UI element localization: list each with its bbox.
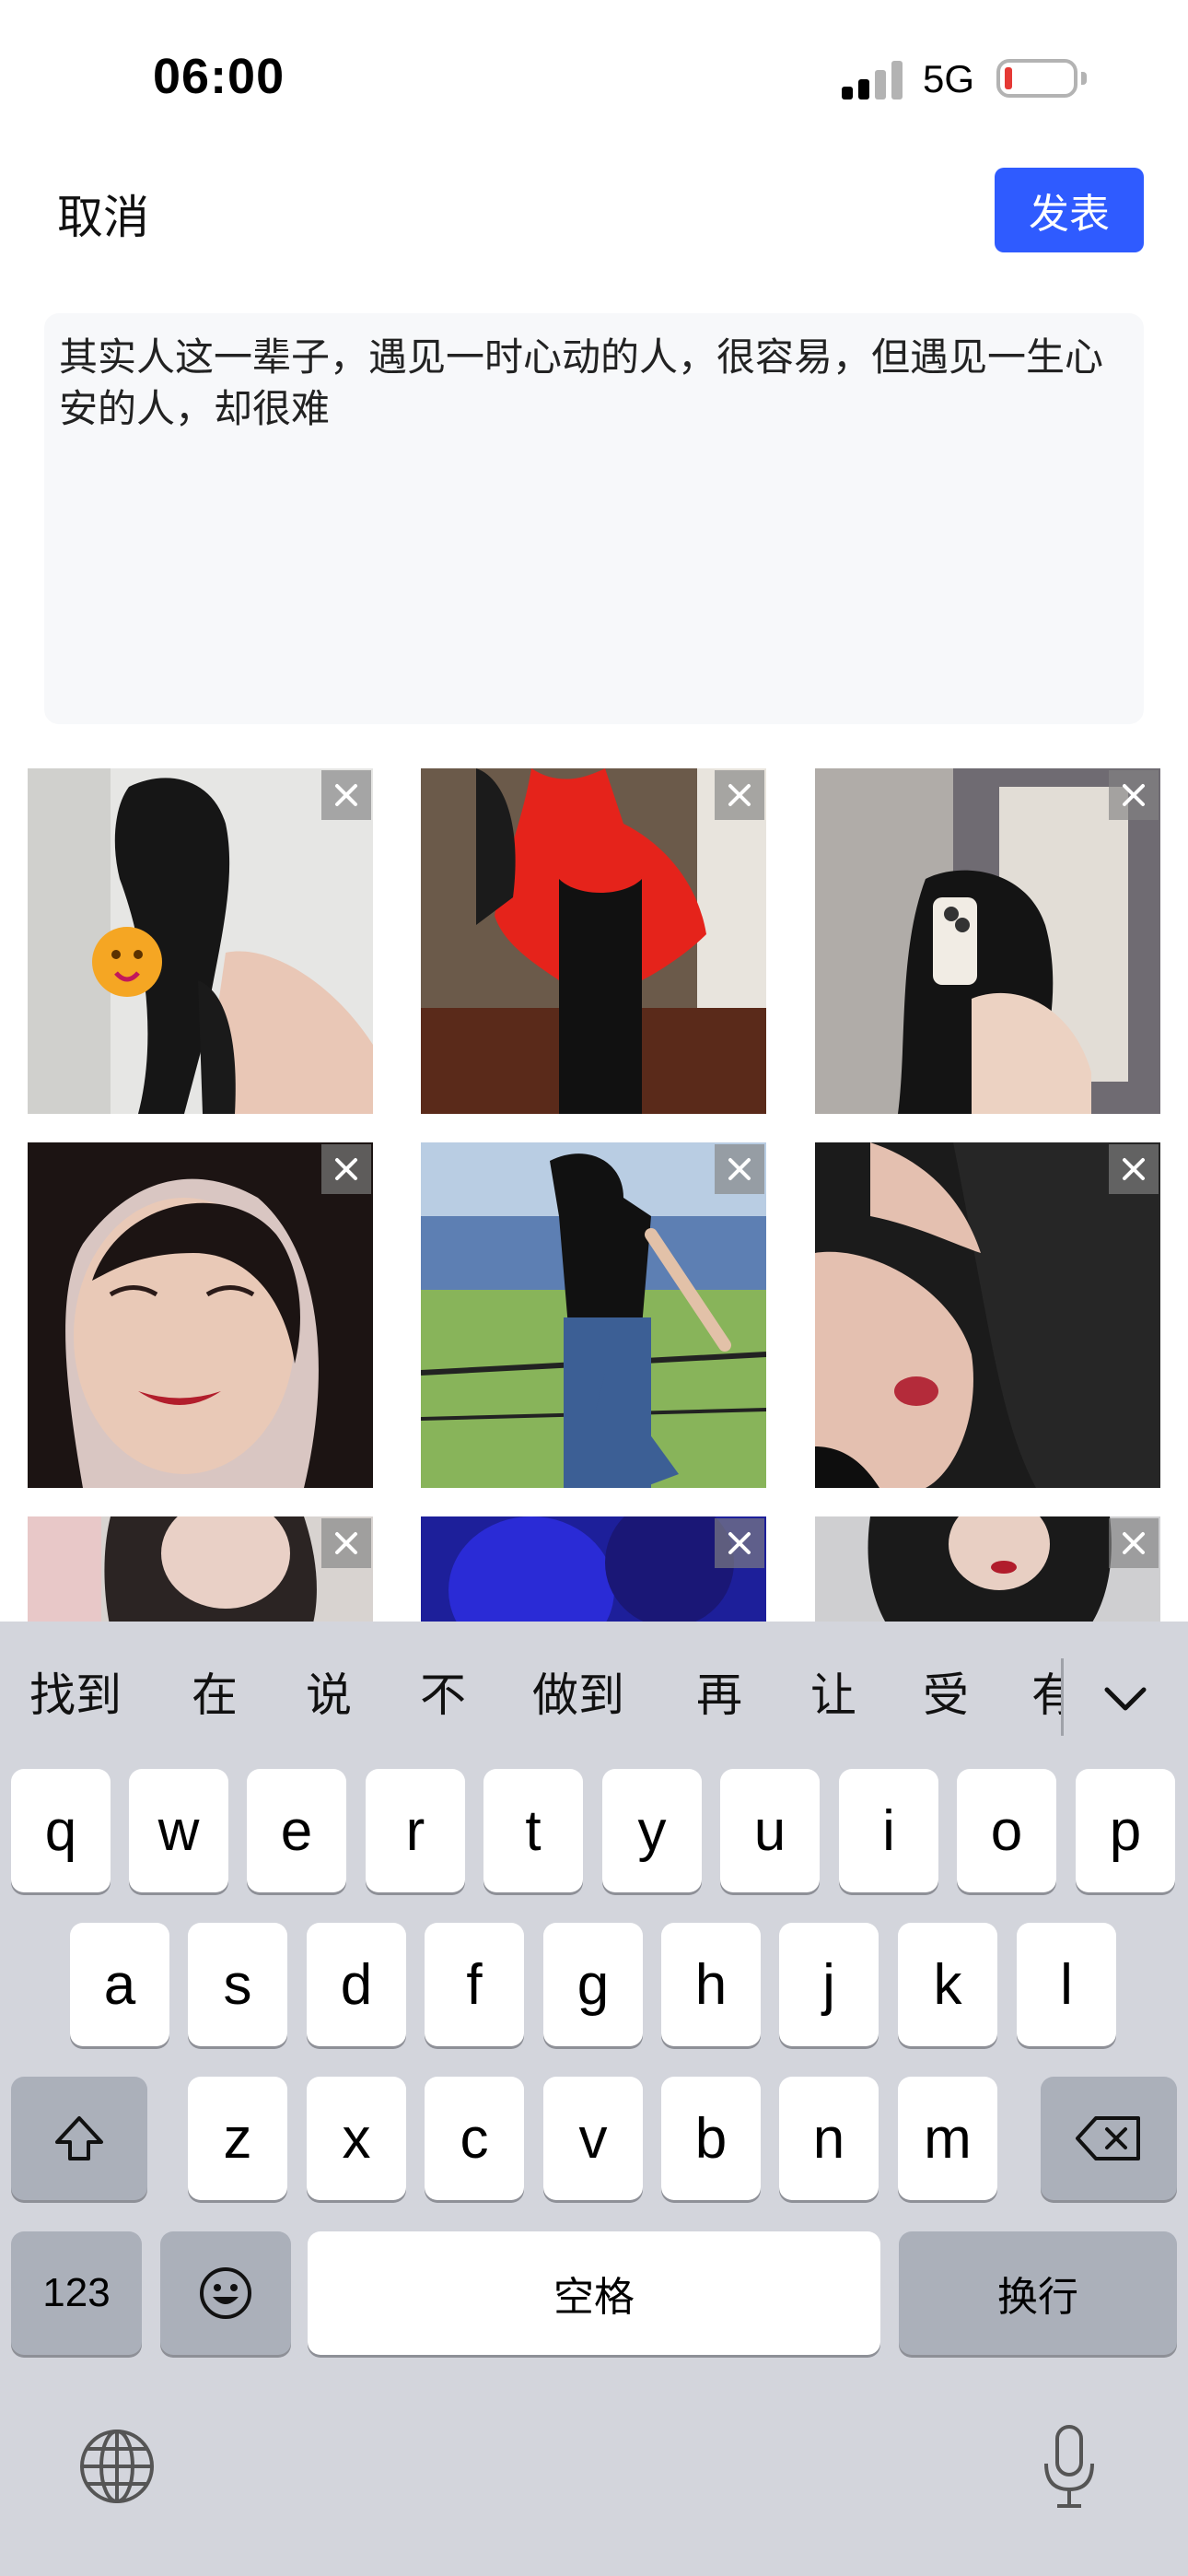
candidate-word[interactable]: 再: [696, 1658, 742, 1725]
key-r[interactable]: r: [366, 1769, 465, 1892]
numbers-key[interactable]: 123: [11, 2231, 142, 2355]
battery-icon: [996, 59, 1087, 98]
photo-4[interactable]: [28, 1142, 373, 1488]
key-w[interactable]: w: [129, 1769, 228, 1892]
candidate-word[interactable]: 不: [420, 1658, 466, 1725]
key-l[interactable]: l: [1017, 1923, 1116, 2046]
photo-3[interactable]: [815, 768, 1160, 1114]
key-j[interactable]: j: [779, 1923, 879, 2046]
photo-8[interactable]: [421, 1516, 766, 1622]
key-t[interactable]: t: [483, 1769, 583, 1892]
key-o[interactable]: o: [957, 1769, 1056, 1892]
key-v[interactable]: v: [543, 2077, 643, 2200]
return-key[interactable]: 换行: [899, 2231, 1177, 2355]
photo-5[interactable]: [421, 1142, 766, 1488]
key-i[interactable]: i: [839, 1769, 938, 1892]
key-k[interactable]: k: [898, 1923, 997, 2046]
candidate-word[interactable]: 有: [1031, 1658, 1061, 1723]
shift-key[interactable]: [11, 2077, 147, 2200]
candidate-word[interactable]: 受: [923, 1658, 969, 1725]
key-c[interactable]: c: [425, 2077, 524, 2200]
key-x[interactable]: x: [307, 2077, 406, 2200]
photo-7[interactable]: [28, 1516, 373, 1622]
key-y[interactable]: y: [602, 1769, 702, 1892]
key-m[interactable]: m: [898, 2077, 997, 2200]
close-icon[interactable]: [1109, 770, 1159, 820]
shift-icon: [55, 2116, 103, 2160]
key-g[interactable]: g: [543, 1923, 643, 2046]
network-label: 5G: [923, 57, 975, 100]
chevron-down-icon[interactable]: [1100, 1673, 1151, 1725]
cancel-button[interactable]: 取消: [57, 181, 149, 247]
space-key[interactable]: 空格: [308, 2231, 880, 2355]
key-d[interactable]: d: [307, 1923, 406, 2046]
post-text-input[interactable]: 其实人这一辈子，遇见一时心动的人，很容易，但遇见一生心安的人，却很难: [44, 313, 1144, 724]
key-b[interactable]: b: [661, 2077, 761, 2200]
key-f[interactable]: f: [425, 1923, 524, 2046]
delete-key[interactable]: [1041, 2077, 1177, 2200]
candidate-word[interactable]: 做到: [532, 1658, 624, 1725]
photo-2[interactable]: [421, 768, 766, 1114]
emoji-icon: [200, 2267, 251, 2319]
candidate-word[interactable]: 找到: [29, 1658, 122, 1725]
candidate-word[interactable]: 在: [192, 1658, 238, 1725]
key-u[interactable]: u: [720, 1769, 820, 1892]
publish-button[interactable]: 发表: [995, 168, 1144, 252]
close-icon[interactable]: [715, 1518, 764, 1568]
key-z[interactable]: z: [188, 2077, 287, 2200]
signal-icon: [842, 61, 903, 100]
key-e[interactable]: e: [247, 1769, 346, 1892]
photo-1[interactable]: [28, 768, 373, 1114]
key-p[interactable]: p: [1076, 1769, 1175, 1892]
key-n[interactable]: n: [779, 2077, 879, 2200]
key-a[interactable]: a: [70, 1923, 169, 2046]
close-icon[interactable]: [321, 1144, 371, 1194]
globe-icon[interactable]: [77, 2427, 157, 2506]
backspace-icon: [1076, 2116, 1140, 2160]
candidate-divider: [1061, 1658, 1064, 1736]
close-icon[interactable]: [321, 1518, 371, 1568]
close-icon[interactable]: [1109, 1518, 1159, 1568]
key-q[interactable]: q: [11, 1769, 111, 1892]
photo-9[interactable]: [815, 1516, 1160, 1622]
key-s[interactable]: s: [188, 1923, 287, 2046]
status-time: 06:00: [153, 49, 285, 104]
close-icon[interactable]: [715, 770, 764, 820]
close-icon[interactable]: [715, 1144, 764, 1194]
key-h[interactable]: h: [661, 1923, 761, 2046]
close-icon[interactable]: [321, 770, 371, 820]
close-icon[interactable]: [1109, 1144, 1159, 1194]
photo-6[interactable]: [815, 1142, 1160, 1488]
photo-grid: [28, 768, 1160, 1622]
emoji-key[interactable]: [160, 2231, 291, 2355]
candidate-word[interactable]: 说: [306, 1658, 352, 1725]
microphone-icon[interactable]: [1039, 2423, 1100, 2512]
candidate-word[interactable]: 让: [810, 1658, 856, 1725]
keyboard: 找到 在 说 不 做到 再 让 受 有 q w e r t y u i o p …: [0, 1622, 1188, 2576]
